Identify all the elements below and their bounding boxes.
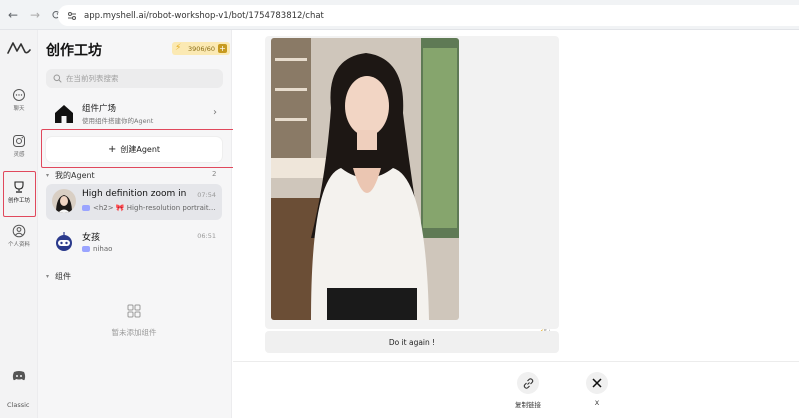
share-x-button[interactable]: X (586, 372, 608, 407)
discord-icon[interactable] (12, 366, 26, 385)
url-text: app.myshell.ai/robot-workshop-v1/bot/175… (84, 10, 324, 21)
my-agents-count: 2 (212, 170, 217, 178)
agent-desc-row: nihao (82, 245, 218, 253)
agent-item-hd-zoom[interactable]: High definition zoom in 07:54 <h2> 🎀 Hig… (46, 184, 222, 220)
back-icon[interactable]: ← (4, 6, 22, 24)
create-agent-button[interactable]: + 创建Agent (46, 137, 222, 162)
credits-value: 3906/60 (188, 44, 216, 53)
my-agents-label: 我的Agent (55, 171, 95, 180)
generated-portrait-image[interactable] (271, 38, 459, 320)
left-rail: 聊天 灵感 创作工坊 个人资料 (0, 30, 38, 418)
classic-toggle[interactable]: Classic (7, 401, 29, 409)
components-empty-text: 暂未添加组件 (111, 328, 157, 337)
agent-type-icon (82, 205, 90, 211)
rail-item-workshop[interactable]: 创作工坊 (0, 180, 38, 204)
rail-label: 创作工坊 (7, 198, 30, 204)
bolt-icon: ⚡ (175, 43, 182, 53)
agent-desc: nihao (93, 245, 113, 253)
user-icon (12, 224, 26, 238)
copy-link-button[interactable]: 复制链接 (515, 372, 541, 409)
chevron-down-icon: ▾ (46, 172, 50, 179)
x-logo-icon (592, 378, 602, 388)
agent-item-girl[interactable]: 女孩 06:51 nihao (46, 225, 222, 261)
address-bar[interactable]: app.myshell.ai/robot-workshop-v1/bot/175… (58, 5, 799, 26)
house-icon (55, 105, 73, 123)
chevron-right-icon: › (213, 107, 217, 118)
rail-item-chat[interactable]: 聊天 (0, 88, 38, 112)
rail-item-inspiration[interactable]: 灵感 (0, 134, 38, 158)
rail-item-profile[interactable]: 个人资料 (0, 224, 38, 248)
grid-icon (127, 304, 141, 318)
search-icon (53, 74, 62, 83)
robot-avatar-icon (52, 230, 76, 254)
search-box (46, 69, 223, 88)
plus-icon: + (107, 144, 117, 155)
share-label: X (594, 399, 600, 407)
chat-bubble-icon (13, 89, 25, 101)
rail-label: 个人资料 (7, 242, 30, 248)
instagram-style-icon (13, 135, 25, 147)
share-label: 复制链接 (515, 401, 541, 409)
trophy-icon (14, 181, 24, 193)
agent-desc-row: <h2> 🎀 High-resolution portrait… (82, 204, 218, 212)
market-subtitle: 使用组件搭建你的Agent (82, 117, 154, 125)
agent-name: 女孩 (82, 233, 101, 243)
agent-time: 07:54 (197, 191, 216, 199)
credits-badge[interactable]: ⚡ 3906/60 + (172, 42, 231, 55)
site-settings-icon[interactable] (66, 10, 78, 22)
panel-title: 创作工坊 (46, 43, 102, 59)
add-credits-icon[interactable]: + (218, 44, 228, 53)
rail-label: 灵感 (13, 152, 25, 158)
rail-label: 聊天 (13, 106, 25, 112)
agent-type-icon (82, 246, 90, 252)
chevron-down-icon: ▾ (46, 273, 50, 280)
components-empty-state: 暂未添加组件 (46, 304, 222, 338)
my-agents-section-toggle[interactable]: ▾ 我的Agent (46, 170, 95, 181)
create-agent-label: 创建Agent (120, 145, 161, 154)
agent-time: 06:51 (197, 232, 216, 240)
market-title: 组件广场 (82, 104, 117, 114)
forward-icon[interactable]: → (26, 6, 44, 24)
component-market-link[interactable]: 组件广场 使用组件搭建你的Agent › (46, 98, 223, 132)
agent-avatar (52, 189, 76, 213)
workshop-panel: 创作工坊 ⚡ 3906/60 + 组件广场 使用组件搭建你的Agent › (38, 30, 232, 418)
link-icon (523, 377, 533, 389)
myshell-logo-icon[interactable] (7, 40, 31, 59)
agent-name: High definition zoom in (82, 189, 187, 199)
divider (233, 361, 799, 362)
search-input[interactable] (66, 74, 216, 83)
components-label: 组件 (55, 272, 72, 281)
agent-desc: <h2> 🎀 High-resolution portrait… (93, 204, 216, 212)
do-it-again-button[interactable]: Do it again ! (265, 331, 559, 353)
browser-toolbar: ← → ⟳ app.myshell.ai/robot-workshop-v1/b… (0, 0, 799, 30)
components-section-toggle[interactable]: ▾ 组件 (46, 271, 71, 282)
